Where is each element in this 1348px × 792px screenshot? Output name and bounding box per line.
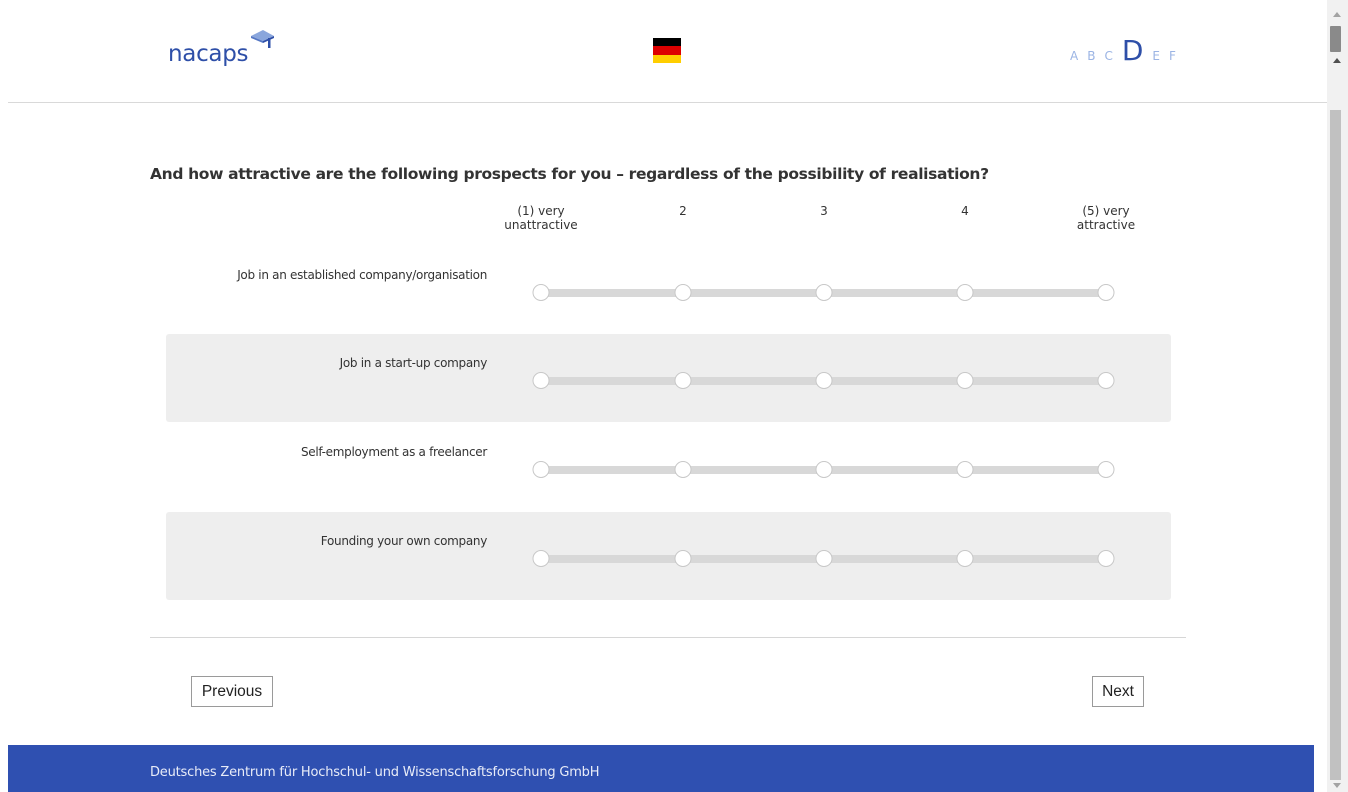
section-c: C xyxy=(1104,49,1113,63)
previous-button[interactable]: Previous xyxy=(191,676,273,707)
question-row-own-company: Founding your own company xyxy=(166,512,1171,600)
radio-option-1[interactable] xyxy=(532,372,550,389)
radio-option-1[interactable] xyxy=(532,461,550,478)
radio-option-5[interactable] xyxy=(1097,550,1115,567)
scroll-track[interactable] xyxy=(1330,110,1341,780)
radio-option-4[interactable] xyxy=(956,372,974,389)
scroll-up-arrow-icon[interactable] xyxy=(1333,12,1341,17)
scroll-up-arrow-icon[interactable] xyxy=(1333,58,1341,63)
radio-option-1[interactable] xyxy=(532,550,550,567)
page-footer: Deutsches Zentrum für Hochschul- und Wis… xyxy=(8,745,1314,792)
scale-label-4: 4 xyxy=(961,204,969,218)
radio-option-4[interactable] xyxy=(956,461,974,478)
radio-option-5[interactable] xyxy=(1097,372,1115,389)
vertical-scrollbar[interactable] xyxy=(1327,0,1348,792)
section-d-active: D xyxy=(1121,34,1144,67)
page-header: nacaps A B C D E F xyxy=(8,0,1328,103)
scroll-down-arrow-icon[interactable] xyxy=(1333,783,1341,788)
radio-option-3[interactable] xyxy=(815,372,833,389)
scale-label-1: (1) very unattractive xyxy=(504,204,578,232)
graduation-cap-icon xyxy=(251,30,275,48)
radio-option-4[interactable] xyxy=(956,284,974,301)
row-label: Self-employment as a freelancer xyxy=(300,445,487,459)
question-row-freelancer: Self-employment as a freelancer xyxy=(166,423,1171,511)
section-progress: A B C D E F xyxy=(1070,34,1176,67)
scale-label-2: 2 xyxy=(679,204,687,218)
radio-option-3[interactable] xyxy=(815,461,833,478)
section-f: F xyxy=(1169,49,1176,63)
question-text: And how attractive are the following pro… xyxy=(150,165,989,183)
radio-option-5[interactable] xyxy=(1097,284,1115,301)
radio-option-2[interactable] xyxy=(674,372,692,389)
radio-option-1[interactable] xyxy=(532,284,550,301)
radio-option-2[interactable] xyxy=(674,461,692,478)
radio-option-3[interactable] xyxy=(815,284,833,301)
scale-label-5: (5) very attractive xyxy=(1076,204,1136,232)
radio-option-3[interactable] xyxy=(815,550,833,567)
section-e: E xyxy=(1152,49,1160,63)
footer-text: Deutsches Zentrum für Hochschul- und Wis… xyxy=(150,765,600,780)
section-a: A xyxy=(1070,49,1079,63)
row-label: Founding your own company xyxy=(320,534,488,548)
radio-option-2[interactable] xyxy=(674,550,692,567)
scroll-thumb[interactable] xyxy=(1330,26,1341,52)
question-row-established-company: Job in an established company/organisati… xyxy=(166,246,1171,334)
divider xyxy=(150,637,1186,638)
row-label: Job in an established company/organisati… xyxy=(237,268,487,282)
next-button[interactable]: Next xyxy=(1092,676,1144,707)
scale-label-3: 3 xyxy=(820,204,828,218)
radio-option-4[interactable] xyxy=(956,550,974,567)
german-flag-icon[interactable] xyxy=(653,38,681,63)
radio-option-5[interactable] xyxy=(1097,461,1115,478)
radio-option-2[interactable] xyxy=(674,284,692,301)
row-label: Job in a start-up company xyxy=(339,356,488,370)
question-row-start-up: Job in a start-up company xyxy=(166,334,1171,422)
nacaps-logo: nacaps xyxy=(168,30,275,72)
logo-text: nacaps xyxy=(168,41,249,67)
section-b: B xyxy=(1087,49,1096,63)
